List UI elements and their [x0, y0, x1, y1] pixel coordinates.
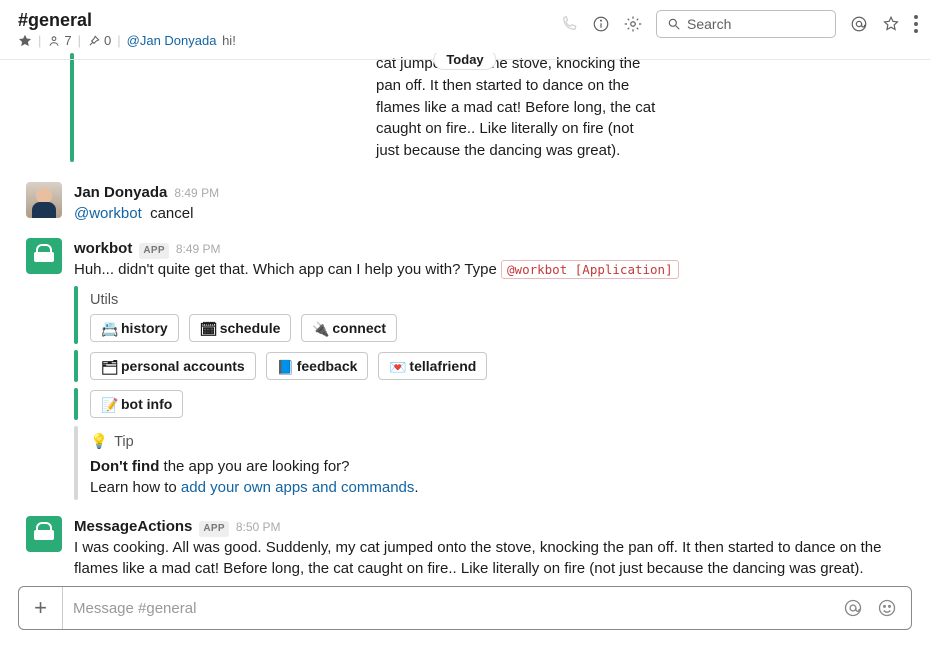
truncated-previous-message: cat jumped onto the stove, knocking the …	[70, 53, 930, 162]
star-icon[interactable]	[18, 34, 32, 48]
feedback-icon: 📘	[277, 359, 291, 373]
message-jan: Jan Donyada 8:49 PM @workbot cancel	[0, 176, 930, 224]
attachment-title: Utils	[90, 290, 397, 310]
message-text: @workbot cancel	[74, 203, 912, 224]
app-badge: APP	[139, 243, 168, 259]
channel-topic[interactable]: @Jan Donyada hi!	[127, 33, 236, 48]
message-messageactions: MessageActions APP 8:50 PM I was cooking…	[0, 510, 930, 576]
search-input[interactable]: Search	[656, 10, 836, 38]
tellafriend-icon: 💌	[389, 359, 403, 373]
composer-area: + Message #general	[0, 576, 930, 652]
channel-name[interactable]: #general	[18, 10, 236, 31]
history-icon: 📇	[101, 321, 115, 335]
sender-name[interactable]: MessageActions	[74, 516, 192, 537]
attachment-row-3: 📝bot info	[74, 388, 912, 420]
attachment-utils: Utils 📇history 🗓schedule 🔌connect	[74, 286, 912, 344]
more-menu-icon[interactable]	[914, 15, 918, 33]
emoji-icon[interactable]	[877, 598, 897, 618]
sender-name[interactable]: workbot	[74, 238, 132, 259]
date-divider[interactable]: Today	[433, 53, 496, 70]
timestamp: 8:49 PM	[176, 241, 221, 258]
gear-icon[interactable]	[624, 15, 642, 33]
search-placeholder: Search	[687, 16, 731, 32]
timestamp: 8:50 PM	[236, 519, 281, 536]
bulb-icon: 💡	[90, 432, 108, 452]
botinfo-icon: 📝	[101, 397, 115, 411]
connect-icon: 🔌	[312, 321, 326, 335]
history-button[interactable]: 📇history	[90, 314, 179, 342]
channel-subline: | 7 | 0 | @Jan Donyada hi!	[18, 33, 236, 48]
tellafriend-button[interactable]: 💌tellafriend	[378, 352, 487, 380]
inline-code: @workbot [Application]	[501, 260, 679, 279]
composer-placeholder: Message #general	[63, 600, 843, 617]
attachment-row-2: 🗂personal accounts 📘feedback 💌tellafrien…	[74, 350, 912, 382]
avatar[interactable]	[26, 238, 62, 274]
message-input[interactable]: + Message #general	[18, 586, 912, 630]
bot-info-button[interactable]: 📝bot info	[90, 390, 183, 418]
add-apps-link[interactable]: add your own apps and commands	[181, 479, 414, 496]
app-badge: APP	[199, 521, 228, 537]
phone-icon[interactable]	[560, 15, 578, 33]
connect-button[interactable]: 🔌connect	[301, 314, 397, 342]
mentions-icon[interactable]	[850, 15, 868, 33]
mention-icon[interactable]	[843, 598, 863, 618]
star-header-icon[interactable]	[882, 15, 900, 33]
message-workbot: workbot APP 8:49 PM Huh... didn't quite …	[0, 232, 930, 503]
attach-button[interactable]: +	[19, 587, 63, 629]
schedule-icon: 🗓	[200, 321, 214, 335]
attachment-tip: 💡Tip Don't find the app you are looking …	[74, 426, 912, 500]
timestamp: 8:49 PM	[174, 185, 219, 202]
schedule-button[interactable]: 🗓schedule	[189, 314, 292, 342]
pins-count[interactable]: 0	[87, 33, 111, 48]
accounts-icon: 🗂	[101, 359, 115, 373]
search-icon	[667, 17, 681, 31]
members-count[interactable]: 7	[47, 33, 71, 48]
avatar[interactable]	[26, 516, 62, 552]
message-text: Huh... didn't quite get that. Which app …	[74, 259, 912, 280]
feedback-button[interactable]: 📘feedback	[266, 352, 369, 380]
tip-line-1: Don't find the app you are looking for?	[90, 456, 419, 477]
message-text: I was cooking. All was good. Suddenly, m…	[74, 537, 894, 576]
personal-accounts-button[interactable]: 🗂personal accounts	[90, 352, 256, 380]
avatar[interactable]	[26, 182, 62, 218]
tip-line-2: Learn how to add your own apps and comma…	[90, 477, 419, 498]
sender-name[interactable]: Jan Donyada	[74, 182, 167, 203]
info-icon[interactable]	[592, 15, 610, 33]
channel-header: #general | 7 | 0 | @Jan Donyada hi!	[0, 0, 930, 53]
